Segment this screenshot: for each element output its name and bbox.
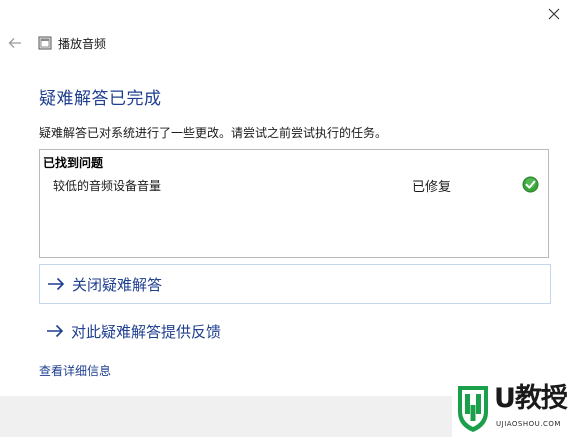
feedback-button[interactable]: 对此疑难解答提供反馈 (46, 319, 221, 343)
feedback-label: 对此疑难解答提供反馈 (71, 322, 222, 341)
watermark-brand: U教授 (494, 383, 568, 414)
page-heading: 疑难解答已完成 (39, 89, 162, 109)
back-arrow-icon (8, 38, 21, 48)
page-description: 疑难解答已对系统进行了一些更改。请尝试之前尝试执行的任务。 (39, 126, 388, 140)
arrow-right-icon (47, 324, 64, 338)
troubleshooter-app-icon (38, 36, 52, 50)
shield-logo-icon (458, 386, 488, 432)
window-title: 播放音频 (58, 37, 107, 51)
problems-found-panel: 已找到问题 较低的音频设备音量 已修复 (39, 149, 549, 258)
problem-item-name: 较低的音频设备音量 (53, 179, 162, 193)
arrow-right-icon (48, 277, 65, 291)
close-troubleshooter-button[interactable]: 关闭疑难解答 (39, 264, 551, 304)
problems-header: 已找到问题 (43, 156, 104, 170)
watermark-domain: UJIAOSHOU.COM (496, 420, 561, 428)
watermark-logo: U教授 UJIAOSHOU.COM (452, 380, 571, 437)
view-details-link[interactable]: 查看详细信息 (39, 362, 111, 379)
close-troubleshooter-label: 关闭疑难解答 (72, 275, 163, 294)
close-window-button[interactable] (540, 2, 568, 26)
back-button[interactable] (6, 34, 24, 52)
green-check-icon (522, 176, 539, 193)
close-icon (548, 8, 560, 20)
problem-item-status: 已修复 (412, 180, 452, 195)
